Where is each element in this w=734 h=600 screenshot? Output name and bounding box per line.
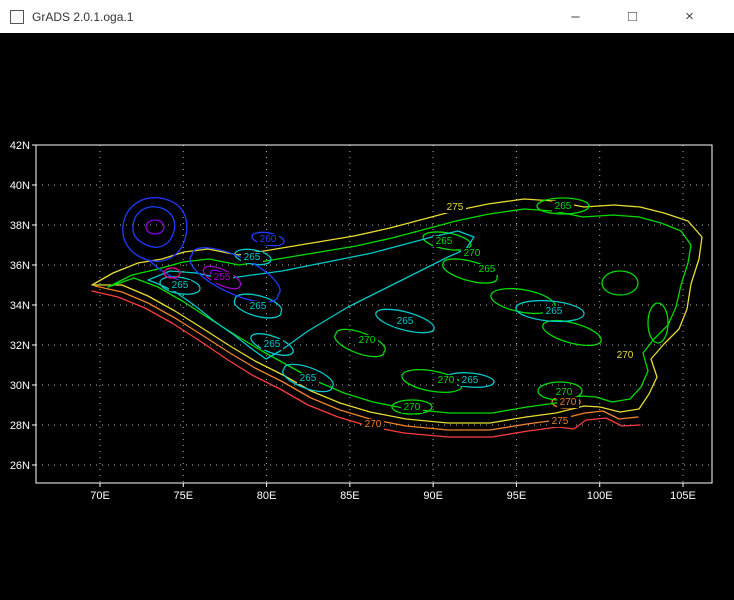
contour-label: 270 — [617, 350, 634, 361]
axis-ticks — [32, 145, 683, 487]
window-icon — [10, 10, 24, 24]
contour-label: 270 — [464, 248, 481, 259]
contour-label: 265 — [555, 201, 572, 212]
x-axis-label: 70E — [90, 490, 110, 502]
minimize-button[interactable]: – — [547, 0, 604, 33]
window-title: GrADS 2.0.1.oga.1 — [32, 10, 133, 24]
contour-label: 270 — [560, 397, 577, 408]
contour-label: 265 — [244, 252, 261, 263]
close-button[interactable]: × — [661, 0, 718, 33]
contour-label: 265 — [397, 316, 414, 327]
axis-labels: 70E 75E 80E 85E 90E 95E 100E 105E 42N 40N 38N 36N 34… — [10, 140, 696, 502]
plot-border — [36, 145, 712, 483]
contour-label: 265 — [300, 373, 317, 384]
contour-275 — [92, 199, 702, 423]
x-axis-label: 100E — [587, 490, 613, 502]
y-axis-label: 40N — [10, 180, 30, 192]
contour-label: 270 — [404, 402, 421, 413]
y-axis-label: 30N — [10, 380, 30, 392]
contour-label: 270 — [438, 375, 455, 386]
y-axis-label: 34N — [10, 300, 30, 312]
y-axis-label: 36N — [10, 260, 30, 272]
contour-plot: 70E 75E 80E 85E 90E 95E 100E 105E 42N 40N 38N 36N 34… — [0, 33, 734, 600]
grid-lines — [36, 145, 712, 483]
x-axis-label: 80E — [257, 490, 277, 502]
contour-255 — [146, 220, 164, 234]
y-axis-label: 28N — [10, 420, 30, 432]
y-axis-label: 26N — [10, 460, 30, 472]
contour-label: 275 — [447, 202, 464, 213]
contour-label: 265 — [479, 264, 496, 275]
contour-270 — [543, 321, 601, 346]
grads-display-canvas: 70E 75E 80E 85E 90E 95E 100E 105E 42N 40N 38N 36N 34… — [0, 33, 734, 600]
contour-label: 270 — [359, 335, 376, 346]
y-axis-label: 32N — [10, 340, 30, 352]
contour-label: 265 — [264, 339, 281, 350]
x-axis-label: 90E — [423, 490, 443, 502]
contour-260 — [133, 207, 175, 247]
y-axis-label: 38N — [10, 220, 30, 232]
contour-label: 270 — [365, 419, 382, 430]
contour-label: 265 — [462, 375, 479, 386]
y-axis-label: 42N — [10, 140, 30, 152]
contour-label: 260 — [260, 234, 277, 245]
contour-label: 265 — [546, 306, 563, 317]
maximize-button[interactable]: □ — [604, 0, 661, 33]
x-axis-label: 105E — [670, 490, 696, 502]
window-titlebar[interactable]: GrADS 2.0.1.oga.1 – □ × — [0, 0, 734, 33]
window-controls: – □ × — [547, 0, 734, 33]
contour-label: 255 — [214, 272, 231, 283]
contour-label: 275 — [552, 416, 569, 427]
x-axis-label: 75E — [173, 490, 193, 502]
contour-270 — [648, 303, 668, 343]
contour-label: 265 — [250, 301, 267, 312]
contour-label: 265 — [436, 236, 453, 247]
x-axis-label: 95E — [507, 490, 527, 502]
contour-270 — [602, 271, 638, 295]
x-axis-label: 85E — [340, 490, 360, 502]
contour-label: 265 — [172, 280, 189, 291]
